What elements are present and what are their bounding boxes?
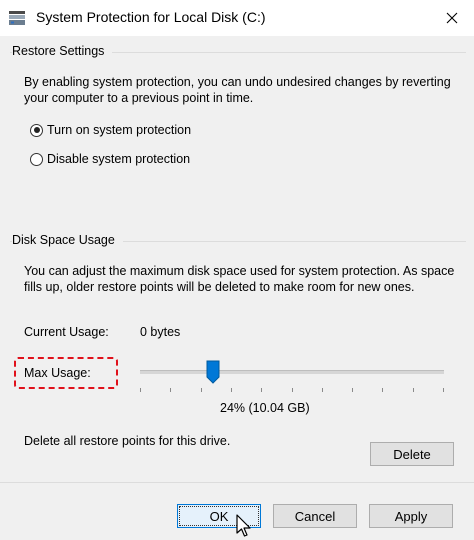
radio-button-unselected[interactable] bbox=[30, 152, 43, 166]
max-usage-value: 24% (10.04 GB) bbox=[220, 401, 310, 415]
slider-thumb[interactable] bbox=[206, 360, 220, 384]
radio-button-selected[interactable] bbox=[30, 123, 43, 137]
radio-disable-protection[interactable]: Disable system protection bbox=[30, 152, 190, 166]
slider-tick bbox=[443, 388, 444, 392]
title-bar: System Protection for Local Disk (C:) bbox=[0, 0, 474, 36]
disk-space-description: You can adjust the maximum disk space us… bbox=[24, 264, 455, 294]
close-icon bbox=[446, 12, 458, 24]
slider-tick bbox=[170, 388, 172, 392]
system-protection-icon bbox=[9, 11, 25, 25]
cancel-button-label: Cancel bbox=[294, 508, 336, 524]
delete-button-label: Delete bbox=[393, 446, 431, 462]
slider-tick bbox=[261, 388, 263, 392]
apply-button-label: Apply bbox=[394, 508, 428, 524]
restore-settings-title: Restore Settings bbox=[12, 44, 113, 58]
delete-button[interactable]: Delete bbox=[370, 442, 454, 466]
cancel-button[interactable]: Cancel bbox=[273, 504, 357, 528]
max-usage-slider[interactable] bbox=[140, 370, 444, 374]
radio-turn-on-label: Turn on system protection bbox=[47, 123, 192, 137]
slider-tick bbox=[321, 388, 323, 392]
restore-settings-group: Restore Settings bbox=[10, 44, 466, 194]
slider-tick bbox=[200, 388, 202, 392]
slider-tick bbox=[140, 388, 141, 392]
radio-turn-on-protection[interactable]: Turn on system protection bbox=[30, 123, 191, 137]
restore-settings-description: By enabling system protection, you can u… bbox=[24, 75, 451, 105]
slider-tick bbox=[382, 388, 384, 392]
slider-tick bbox=[352, 388, 354, 392]
close-button[interactable] bbox=[430, 0, 474, 36]
footer-divider bbox=[0, 482, 474, 483]
disk-space-title: Disk Space Usage bbox=[12, 233, 123, 247]
slider-tick bbox=[291, 388, 293, 392]
slider-tick bbox=[412, 388, 414, 392]
max-usage-label: Max Usage: bbox=[24, 366, 91, 380]
current-usage-value: 0 bytes bbox=[140, 325, 181, 339]
window-title: System Protection for Local Disk (C:) bbox=[36, 9, 266, 25]
current-usage-label: Current Usage: bbox=[24, 325, 109, 339]
mouse-cursor-icon bbox=[236, 514, 251, 537]
delete-description: Delete all restore points for this drive… bbox=[24, 434, 231, 448]
disk-space-group: Disk Space Usage bbox=[10, 233, 466, 253]
radio-disable-label: Disable system protection bbox=[47, 152, 191, 166]
slider-tick bbox=[230, 388, 232, 392]
apply-button[interactable]: Apply bbox=[369, 504, 453, 528]
ok-button-label: OK bbox=[209, 508, 229, 524]
